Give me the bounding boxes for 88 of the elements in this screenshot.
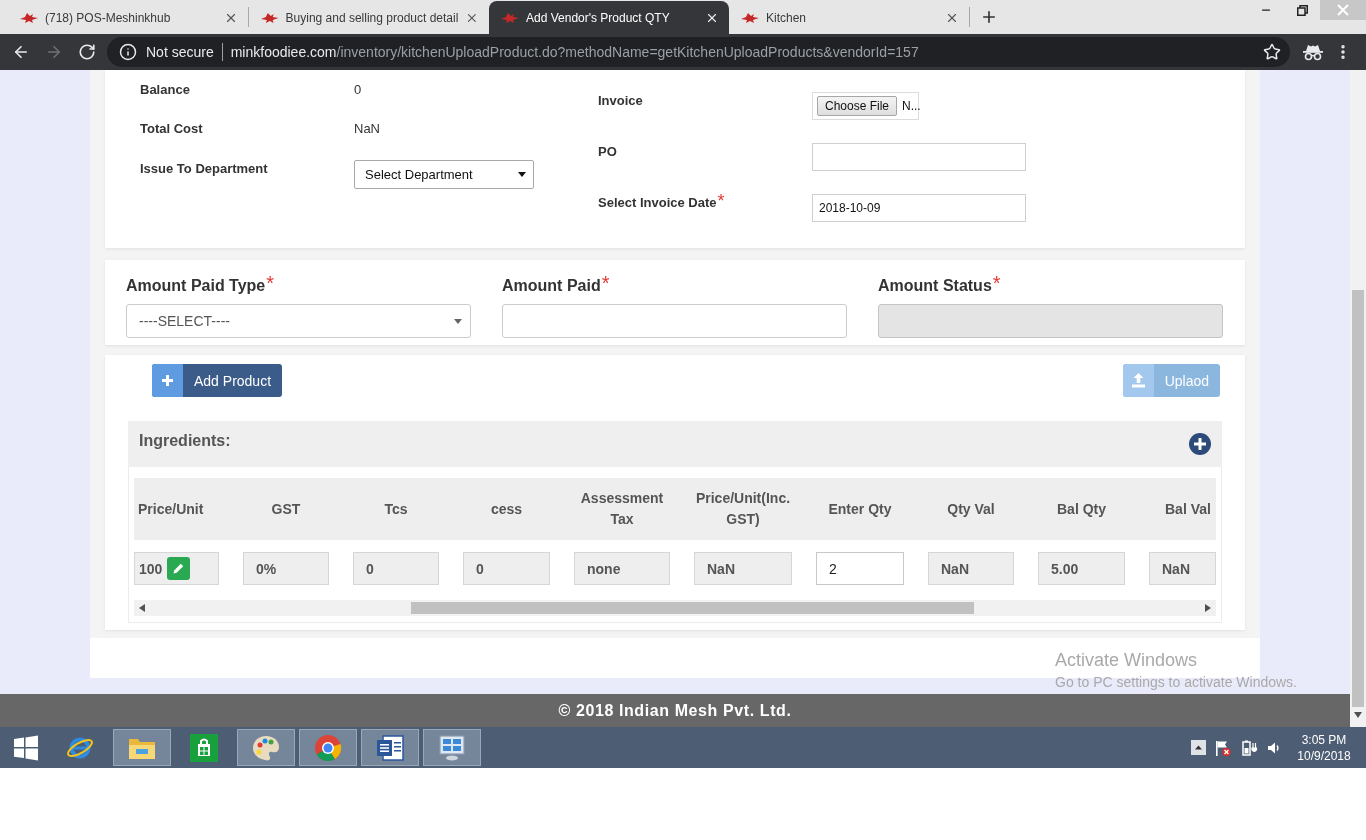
readonly-field: NaN (694, 552, 792, 585)
column-header: Enter Qty (804, 478, 916, 540)
field-value: 0 (354, 82, 363, 98)
readonly-field: 0 (353, 552, 439, 585)
scrollbar-thumb[interactable] (411, 602, 974, 614)
url-text: minkfoodiee.com/inventory/kitchenUploadProduct.do?methodName=getKitchenUploadProducts&vendorId=157 (230, 44, 919, 60)
required-mark: * (266, 273, 275, 293)
security-label: Not secure (146, 44, 214, 60)
text-input[interactable] (812, 143, 1026, 171)
browser-tab[interactable]: Add Vendor's Product QTY (489, 1, 729, 34)
column-header: Price/Unit(Inc. GST) (682, 478, 804, 540)
price-field: 100 (134, 552, 219, 585)
column-header: Tcs (341, 478, 451, 540)
field-label: Select Invoice Date (598, 195, 717, 211)
column-header: Assessment Tax (562, 478, 682, 540)
site-logo-icon (741, 11, 759, 24)
required-mark: * (992, 273, 1001, 293)
start-icon[interactable] (12, 734, 39, 761)
field-label: Total Cost (140, 121, 204, 137)
browser-tab[interactable]: Kitchen (729, 1, 969, 34)
plus-icon (152, 364, 183, 397)
field-label: Amount Status (878, 276, 992, 296)
star-icon[interactable] (1263, 43, 1281, 61)
readonly-field: 0 (463, 552, 550, 585)
required-mark: * (717, 192, 725, 210)
caret-icon (454, 318, 462, 324)
activation-title: Activate Windows (1055, 650, 1199, 671)
flag-icon[interactable] (1214, 738, 1232, 757)
info-icon[interactable] (119, 43, 137, 61)
field-label: PO (598, 144, 617, 160)
plus-circle-icon[interactable] (1189, 433, 1211, 455)
caret-up-icon[interactable] (1191, 740, 1206, 755)
site-logo-icon (501, 11, 519, 24)
site-logo-icon (261, 11, 279, 24)
vertical-scrollbar[interactable] (1350, 70, 1366, 727)
column-header: Price/Unit (134, 478, 231, 540)
required-mark: * (601, 273, 610, 293)
plus-icon[interactable] (980, 8, 998, 26)
field-label: Issue To Department (140, 161, 269, 177)
hat-glasses-icon[interactable] (1302, 43, 1324, 61)
readonly-field: none (574, 552, 670, 585)
pencil-icon[interactable] (167, 557, 191, 580)
file-input[interactable]: Choose File N... (812, 92, 919, 120)
column-header: Bal Val (1137, 478, 1216, 540)
restore-icon[interactable] (1296, 4, 1308, 16)
battery-icon[interactable] (1240, 738, 1258, 757)
browser-tab[interactable]: Buying and selling product detail (249, 1, 489, 34)
readonly-field: 0% (243, 552, 329, 585)
clock-date: 10/9/2018 (1297, 748, 1351, 763)
circle-logo-icon (313, 732, 343, 763)
column-header: cess (451, 478, 562, 540)
reload-icon[interactable] (78, 43, 96, 61)
horizontal-scrollbar[interactable] (134, 600, 1216, 616)
choose-file-button[interactable]: Choose File (817, 96, 898, 116)
readonly-field: 5.00 (1038, 552, 1125, 585)
field-label: Amount Paid Type (126, 276, 266, 296)
field-label: Amount Paid (502, 276, 601, 296)
text-input[interactable]: 2018-10-09 (812, 194, 1026, 222)
add-product-button[interactable]: Add Product (152, 364, 283, 397)
document-icon (375, 732, 405, 763)
qty-input[interactable]: 2 (816, 552, 904, 585)
field-value: NaN (354, 121, 381, 137)
upload-icon (1122, 364, 1154, 397)
taskbar-button[interactable] (423, 729, 481, 766)
section-title: Ingredients: (139, 431, 231, 450)
clock-time: 3:05 PM (1301, 732, 1347, 747)
address-bar[interactable]: Not secure minkfoodiee.com/inventory/kitchenUploadProduct.do?methodName=getKitchenUploadProducts&vendorId=157 (107, 37, 1290, 67)
scrollbar-thumb[interactable] (1352, 290, 1364, 707)
column-header: Bal Qty (1026, 478, 1137, 540)
copyright-text: © 2018 Indian Mesh Pvt. Ltd. (558, 701, 792, 720)
site-logo-icon (20, 11, 38, 24)
column-header: Qty Val (916, 478, 1026, 540)
field-label: Balance (140, 82, 191, 98)
payment-select[interactable]: ----SELECT---- (126, 304, 471, 338)
caret-icon (518, 172, 526, 177)
column-header: GST (231, 478, 341, 540)
forward-arrow-icon[interactable] (45, 43, 63, 61)
department-select[interactable]: Select Department (354, 160, 534, 189)
taskbar-button[interactable] (361, 729, 419, 766)
monitor-icon (437, 732, 467, 763)
browser-tab[interactable]: (718) POS-Meshinkhub (8, 1, 248, 34)
readonly-field: NaN (928, 552, 1014, 585)
field-label: Invoice (598, 93, 643, 109)
file-name-text: N... (902, 99, 921, 113)
activation-text: Go to PC settings to activate Windows. (1055, 674, 1297, 690)
readonly-field: NaN (1149, 552, 1216, 585)
payment-input[interactable] (502, 304, 847, 338)
shopping-bag-icon (189, 732, 219, 763)
